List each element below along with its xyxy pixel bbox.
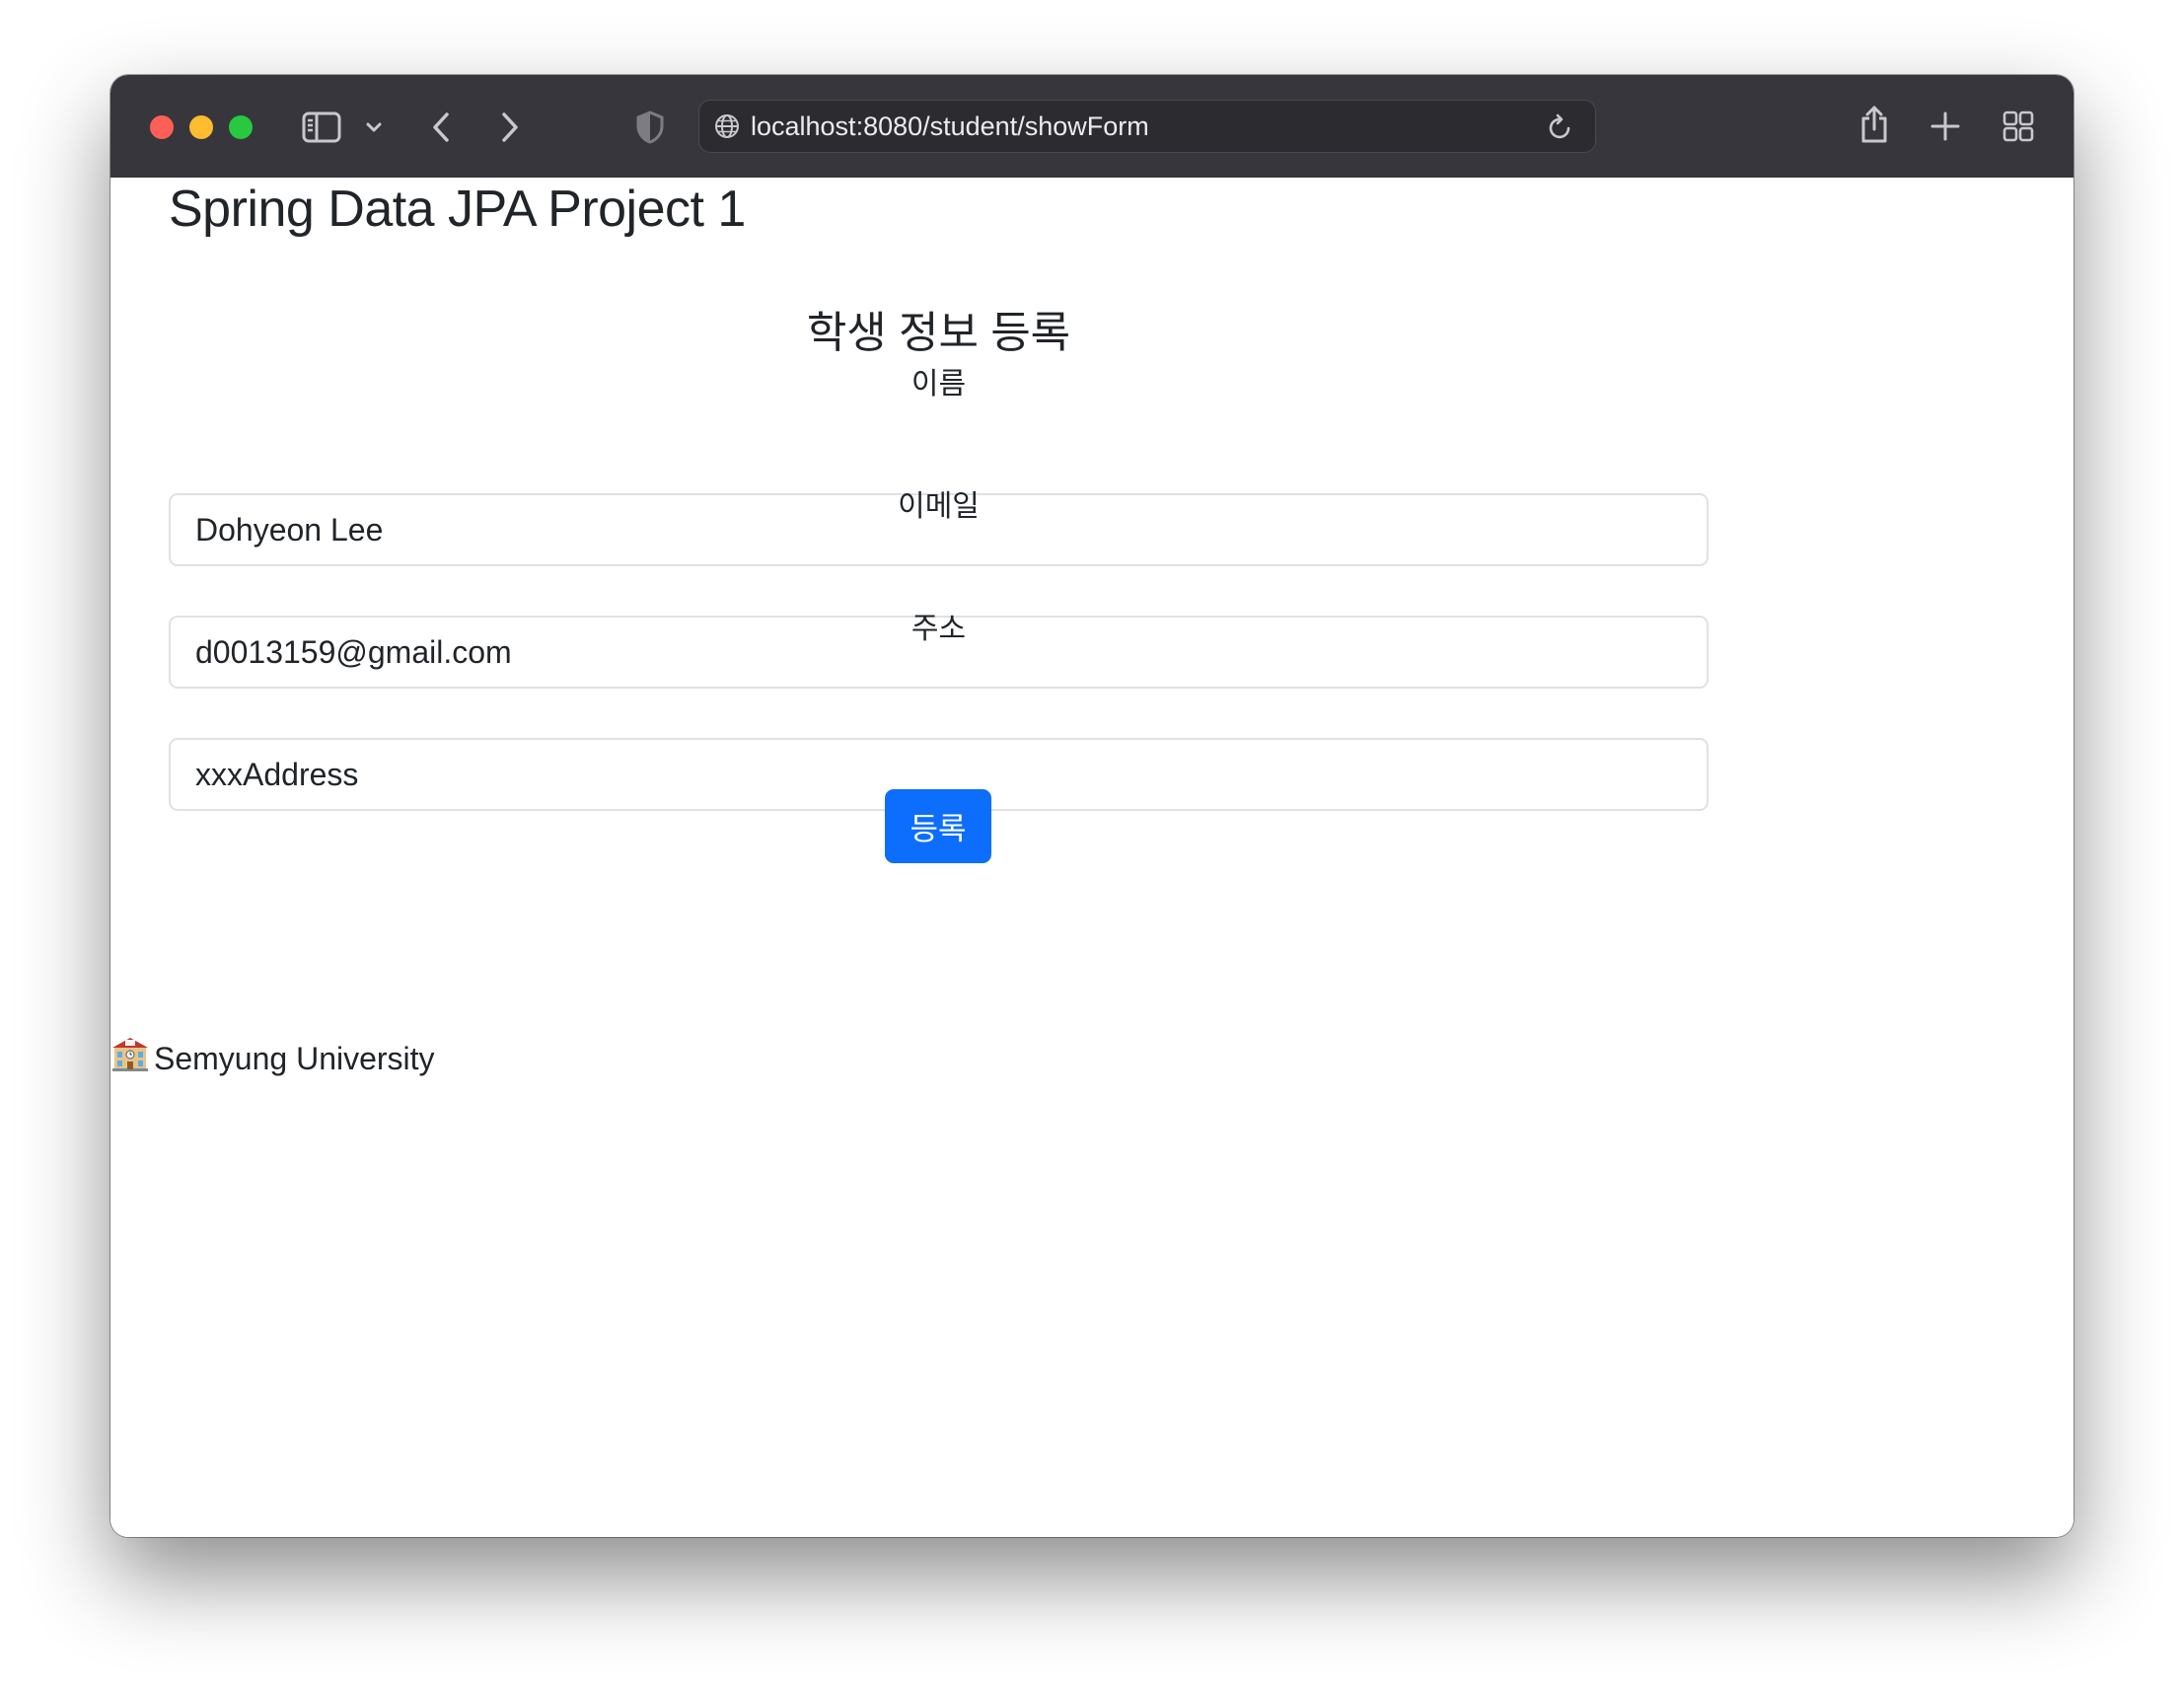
email-label: 이메일 — [898, 490, 980, 523]
school-icon — [110, 1034, 154, 1082]
form-heading: 학생 정보 등록 — [806, 309, 1071, 357]
privacy-shield-icon[interactable] — [633, 109, 667, 146]
globe-icon — [713, 112, 741, 140]
sidebar-toggle-icon[interactable] — [302, 108, 341, 147]
new-tab-plus-icon[interactable] — [1928, 109, 1963, 144]
address-bar[interactable]: localhost:8080/student/showForm — [698, 100, 1596, 153]
name-label: 이름 — [910, 368, 967, 401]
reload-icon[interactable] — [1546, 112, 1575, 142]
page-title: Spring Data JPA Project 1 — [169, 181, 746, 238]
browser-toolbar: localhost:8080/student/showForm — [110, 75, 2074, 178]
submit-button[interactable]: 등록 — [885, 789, 991, 863]
share-icon[interactable] — [1856, 103, 1892, 146]
zoom-window-button[interactable] — [229, 115, 253, 139]
tab-overview-icon[interactable] — [2001, 109, 2036, 144]
address-label: 주소 — [910, 613, 967, 645]
footer-text: Semyung University — [154, 1040, 435, 1076]
minimize-window-button[interactable] — [189, 115, 213, 139]
close-window-button[interactable] — [150, 115, 174, 139]
back-arrow-icon[interactable] — [426, 108, 456, 147]
page-content: Spring Data JPA Project 1 학생 정보 등록 이름 이메… — [110, 178, 2074, 1537]
url-text: localhost:8080/student/showForm — [751, 111, 1149, 141]
browser-window: localhost:8080/student/showForm Spring D… — [110, 75, 2074, 1537]
forward-arrow-icon[interactable] — [495, 108, 525, 147]
footer: Semyung University — [110, 1034, 435, 1082]
chevron-down-icon[interactable] — [363, 114, 385, 140]
